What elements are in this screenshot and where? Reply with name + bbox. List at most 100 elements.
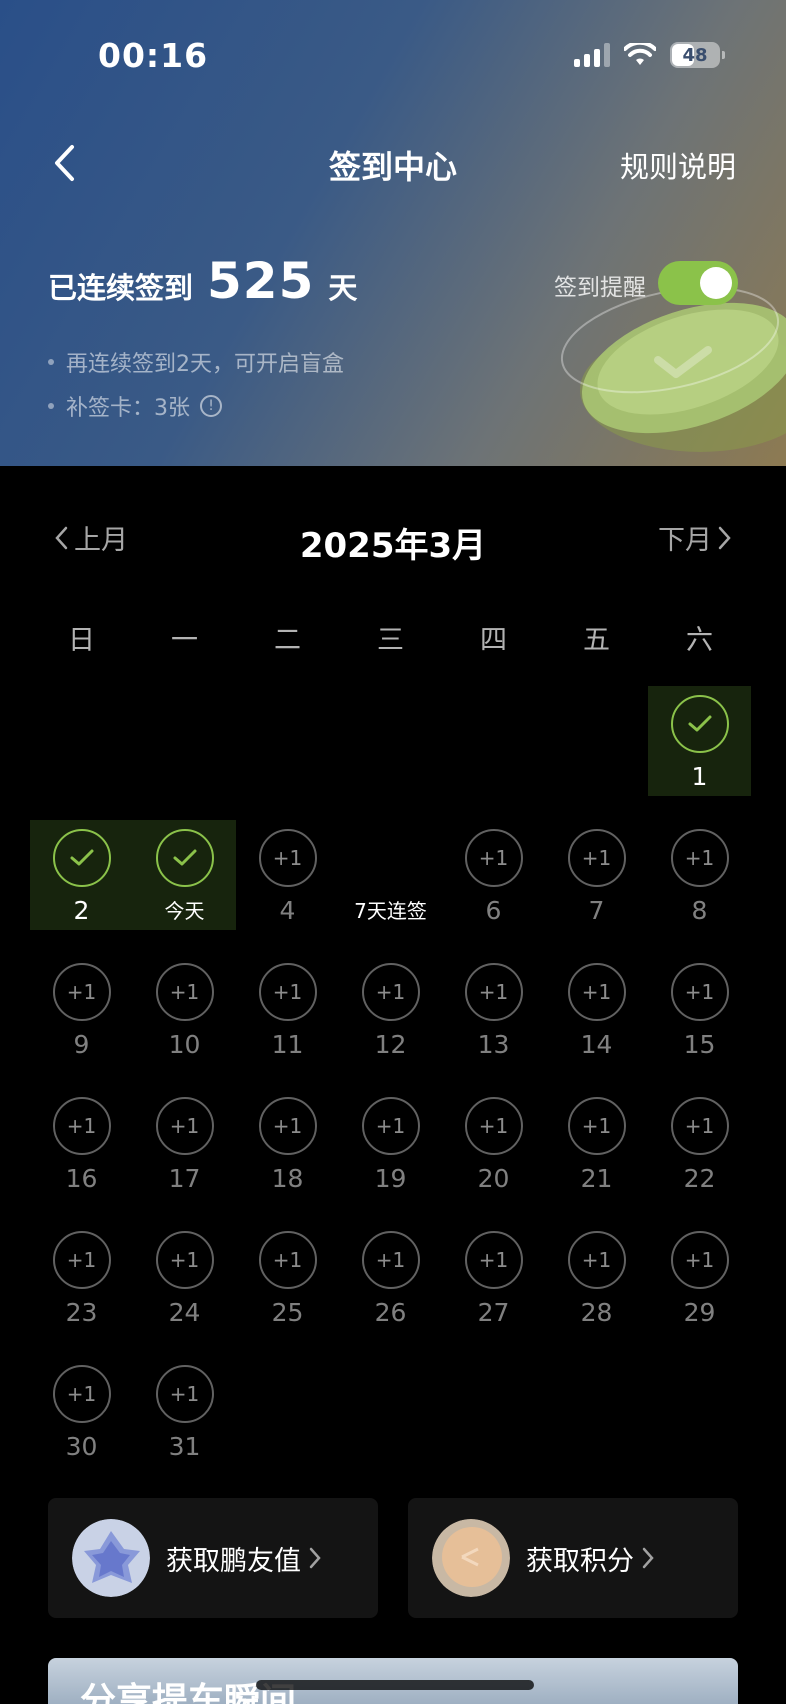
- day-label: 27: [477, 1298, 510, 1327]
- weekday-label: 三: [377, 625, 404, 656]
- calendar-day[interactable]: +1 17: [133, 1088, 236, 1198]
- weekday-label: 日: [68, 625, 95, 656]
- day-label: 今天: [164, 899, 205, 923]
- calendar-day[interactable]: 1: [648, 686, 751, 796]
- day-label: 7天连签: [354, 899, 427, 923]
- reward-badge: +1: [670, 963, 729, 1021]
- weekday-label: 六: [686, 625, 713, 656]
- day-label: 24: [168, 1298, 201, 1327]
- day-label: 28: [580, 1298, 613, 1327]
- info-icon[interactable]: !: [200, 395, 222, 417]
- calendar-day[interactable]: +1 13: [442, 954, 545, 1064]
- reward-badge: +1: [155, 1365, 214, 1423]
- calendar-day-streak-bonus[interactable]: 7天连签: [339, 820, 442, 930]
- check-icon: [155, 829, 214, 887]
- reward-badge: +1: [258, 1097, 317, 1155]
- battery-icon: 48: [670, 42, 725, 68]
- home-indicator: [256, 1680, 534, 1690]
- reward-badge: +1: [464, 829, 523, 887]
- check-icon: [670, 695, 729, 753]
- calendar-day[interactable]: +1 10: [133, 954, 236, 1064]
- reward-badge: +1: [52, 1365, 111, 1423]
- reward-badge: +1: [670, 1231, 729, 1289]
- calendar-day[interactable]: +1 29: [648, 1222, 751, 1332]
- day-label: 4: [279, 896, 296, 925]
- reward-badge: +1: [258, 829, 317, 887]
- card-label: 获取积分: [526, 1545, 634, 1577]
- streak-prefix: 已连续签到: [48, 271, 194, 305]
- calendar-day[interactable]: +1 7: [545, 820, 648, 930]
- reward-badge: +1: [670, 829, 729, 887]
- empty-cell: [133, 686, 236, 820]
- day-label: 9: [73, 1030, 90, 1059]
- calendar-day[interactable]: 2: [30, 820, 133, 930]
- reward-badge: +1: [361, 1097, 420, 1155]
- next-month-label: 下月: [658, 525, 712, 556]
- empty-cell: [30, 686, 133, 820]
- calendar-day[interactable]: +1 19: [339, 1088, 442, 1198]
- get-points-card[interactable]: 获取积分: [408, 1498, 738, 1618]
- wifi-icon: [624, 43, 656, 65]
- tips-list: 再连续签到2天，可开启盲盒 补签卡：3张 !: [48, 340, 344, 428]
- reward-badge: +1: [361, 1231, 420, 1289]
- calendar-day[interactable]: +1 27: [442, 1222, 545, 1332]
- calendar-day[interactable]: +1 6: [442, 820, 545, 930]
- calendar-day[interactable]: +1 26: [339, 1222, 442, 1332]
- tip-makeup-card: 补签卡：3张 !: [48, 384, 344, 428]
- battery-level: 48: [682, 44, 708, 66]
- reward-badge: +1: [258, 963, 317, 1021]
- bullet-dot: [48, 403, 54, 409]
- calendar-day[interactable]: +1 23: [30, 1222, 133, 1332]
- weekday-label: 四: [480, 625, 507, 656]
- crystal-icon: [72, 1519, 150, 1597]
- day-label: 17: [168, 1164, 201, 1193]
- calendar-day[interactable]: +1 4: [236, 820, 339, 930]
- reward-badge: +1: [567, 1097, 626, 1155]
- calendar-day[interactable]: +1 30: [30, 1356, 133, 1466]
- reward-badge: +1: [567, 963, 626, 1021]
- calendar-day[interactable]: +1 16: [30, 1088, 133, 1198]
- calendar-day[interactable]: +1 8: [648, 820, 751, 930]
- day-label: 16: [65, 1164, 98, 1193]
- day-label: 11: [271, 1030, 304, 1059]
- day-label: 23: [65, 1298, 98, 1327]
- calendar-day[interactable]: +1 25: [236, 1222, 339, 1332]
- day-label: 14: [580, 1030, 613, 1059]
- day-label: 1: [691, 762, 708, 791]
- reward-badge: +1: [670, 1097, 729, 1155]
- calendar-day[interactable]: +1 24: [133, 1222, 236, 1332]
- reward-badge: +1: [464, 1231, 523, 1289]
- calendar-day[interactable]: +1 14: [545, 954, 648, 1064]
- rules-link[interactable]: 规则说明: [620, 144, 736, 186]
- next-month-button[interactable]: 下月: [658, 518, 732, 557]
- day-label: 25: [271, 1298, 304, 1327]
- reminder-toggle[interactable]: [658, 261, 738, 305]
- weekday-label: 二: [274, 625, 301, 656]
- reward-badge: +1: [464, 963, 523, 1021]
- day-label: 10: [168, 1030, 201, 1059]
- calendar-day[interactable]: +1 20: [442, 1088, 545, 1198]
- reward-badge: +1: [567, 1231, 626, 1289]
- prev-month-button[interactable]: 上月: [54, 518, 128, 557]
- reward-badge: +1: [52, 963, 111, 1021]
- calendar-day[interactable]: +1 11: [236, 954, 339, 1064]
- back-button[interactable]: [44, 140, 84, 186]
- calendar-day[interactable]: +1 31: [133, 1356, 236, 1466]
- calendar-day[interactable]: +1 28: [545, 1222, 648, 1332]
- day-label: 29: [683, 1298, 716, 1327]
- get-pengyou-value-card[interactable]: 获取鹏友值: [48, 1498, 378, 1618]
- empty-cell: [442, 686, 545, 820]
- reward-badge: +1: [155, 1097, 214, 1155]
- calendar-day[interactable]: +1 21: [545, 1088, 648, 1198]
- calendar-day[interactable]: 今天: [133, 820, 236, 930]
- prev-month-label: 上月: [74, 525, 128, 556]
- calendar-day[interactable]: +1 22: [648, 1088, 751, 1198]
- calendar-day[interactable]: +1 12: [339, 954, 442, 1064]
- day-label: 22: [683, 1164, 716, 1193]
- calendar-day[interactable]: +1 9: [30, 954, 133, 1064]
- weekday-header: 日一二三四五六: [30, 618, 750, 657]
- chevron-right-icon: [642, 1547, 654, 1569]
- calendar-day[interactable]: +1 15: [648, 954, 751, 1064]
- reward-badge: +1: [52, 1097, 111, 1155]
- calendar-day[interactable]: +1 18: [236, 1088, 339, 1198]
